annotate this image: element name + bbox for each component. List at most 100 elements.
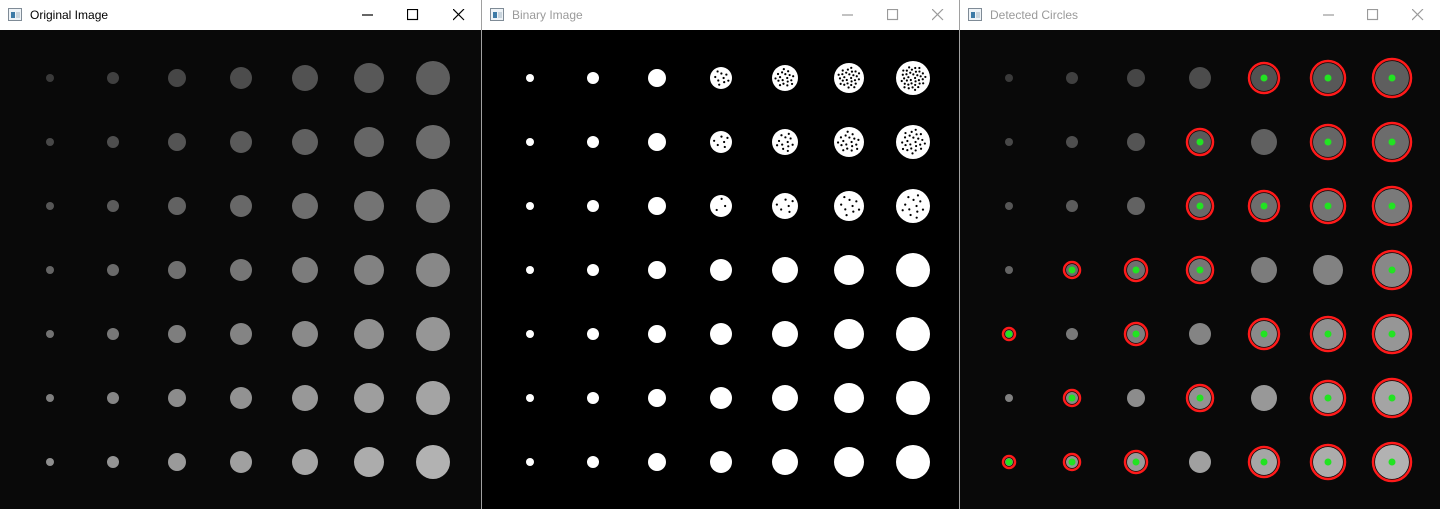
close-button[interactable]: [435, 0, 481, 30]
binary-noise: [908, 66, 911, 69]
binary-blob: [834, 383, 864, 413]
binary-noise: [720, 197, 723, 200]
binary-noise: [848, 73, 851, 76]
binary-blob: [526, 74, 534, 82]
binary-blob: [834, 255, 864, 285]
binary-noise: [857, 78, 860, 81]
binary-noise: [914, 70, 918, 73]
binary-blob: [710, 259, 732, 281]
binary-noise: [841, 69, 844, 72]
blob: [1066, 72, 1078, 84]
close-icon: [453, 9, 465, 21]
binary-noise: [914, 83, 917, 87]
binary-noise: [792, 75, 795, 78]
binary-noise: [784, 198, 787, 201]
blob: [230, 67, 252, 89]
binary-blob: [587, 136, 599, 148]
binary-noise: [841, 73, 844, 76]
binary-noise: [847, 86, 850, 89]
blob: [168, 69, 186, 87]
maximize-button[interactable]: [389, 0, 435, 30]
circle-center: [1388, 74, 1396, 82]
binary-noise: [775, 203, 778, 206]
binary-noise: [851, 144, 854, 148]
binary-noise: [791, 143, 794, 146]
circle-center: [1324, 330, 1332, 338]
circle-center: [1196, 394, 1204, 402]
circle-center: [1196, 202, 1204, 210]
close-button[interactable]: [1394, 0, 1440, 30]
blob: [1005, 138, 1013, 146]
blob: [46, 394, 54, 402]
binary-noise: [916, 194, 920, 197]
binary-blob: [834, 191, 864, 221]
binary-noise: [844, 208, 847, 211]
binary-blob: [648, 69, 666, 87]
binary-noise: [857, 138, 860, 142]
original-image-window: Original Image: [0, 0, 481, 509]
binary-noise: [846, 130, 849, 133]
blob: [416, 317, 450, 351]
blob: [46, 138, 54, 146]
binary-noise: [850, 76, 853, 80]
detected-circles-image: [1001, 57, 1413, 483]
binary-noise: [782, 68, 785, 71]
binary-noise: [778, 83, 782, 87]
binary-noise: [850, 140, 853, 144]
original-image-canvas: [0, 30, 481, 509]
binary-blob: [772, 385, 798, 411]
titlebar[interactable]: Original Image: [0, 0, 481, 30]
binary-noise: [781, 79, 784, 82]
maximize-button[interactable]: [869, 0, 915, 30]
binary-noise: [852, 210, 855, 213]
blob: [292, 321, 318, 347]
binary-noise: [918, 82, 921, 85]
binary-noise: [850, 80, 853, 83]
binary-noise: [855, 75, 858, 78]
binary-noise: [918, 66, 921, 70]
blob: [1005, 202, 1013, 210]
binary-noise: [906, 148, 909, 152]
binary-noise: [908, 208, 911, 211]
binary-noise: [723, 140, 726, 144]
binary-noise: [913, 76, 917, 80]
circle-center: [1068, 394, 1076, 402]
window-title: Detected Circles: [990, 8, 1079, 22]
circle-center: [1324, 458, 1332, 466]
binary-noise: [782, 82, 785, 85]
binary-noise: [840, 203, 843, 206]
binary-noise: [777, 79, 780, 82]
blob: [168, 197, 186, 215]
blob: [230, 195, 252, 217]
blob: [1127, 69, 1145, 87]
titlebar[interactable]: Detected Circles: [960, 0, 1440, 30]
binary-noise: [781, 143, 784, 146]
binary-noise: [914, 66, 917, 70]
circle-center: [1132, 330, 1140, 338]
close-button[interactable]: [914, 0, 960, 30]
binary-noise: [839, 136, 843, 139]
binary-blob: [648, 133, 666, 151]
binary-noise: [845, 78, 848, 82]
binary-image: [526, 61, 930, 479]
blob: [230, 387, 252, 409]
blob: [292, 65, 318, 91]
binary-noise: [843, 83, 846, 86]
blob: [292, 385, 318, 411]
blob: [1005, 266, 1013, 274]
binary-noise: [787, 204, 790, 208]
binary-noise: [903, 136, 907, 139]
titlebar[interactable]: Binary Image: [482, 0, 959, 30]
maximize-button[interactable]: [1349, 0, 1395, 30]
close-icon: [932, 9, 944, 21]
minimize-button[interactable]: [824, 0, 870, 30]
original-image: [46, 61, 450, 479]
circle-center: [1196, 266, 1204, 274]
blob: [46, 266, 54, 274]
blob: [1189, 67, 1211, 89]
blob: [416, 381, 450, 415]
minimize-button[interactable]: [344, 0, 390, 30]
minimize-button[interactable]: [1305, 0, 1351, 30]
binary-noise: [725, 73, 728, 76]
binary-noise: [791, 200, 794, 203]
